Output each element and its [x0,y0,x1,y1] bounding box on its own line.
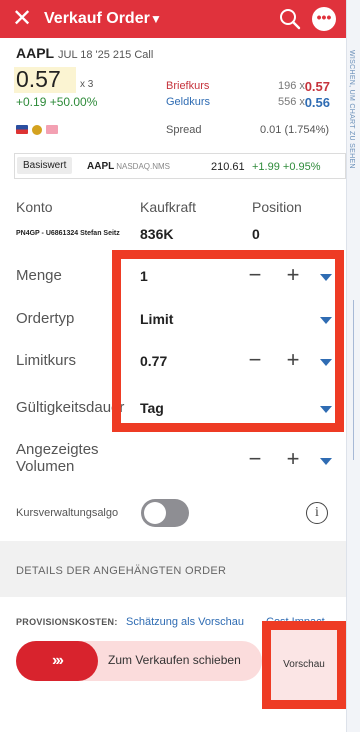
commission-label: PROVISIONSKOSTEN: [16,617,118,627]
coin-icon [32,125,42,135]
attached-order-title: DETAILS DER ANGEHÄNGTEN ORDER [16,565,227,577]
algo-toggle[interactable] [141,499,189,527]
algo-label: Kursverwaltungsalgo [16,507,119,519]
swipe-to-sell-label: Zum Verkaufen schieben [108,653,241,667]
spread-label: Spread [166,124,202,136]
konto-label: Konto [16,199,53,215]
swipe-chart-hint: WISCHEN, UM CHART ZU SEHEN [348,50,355,169]
price-change: +0.19 +50.00% [16,95,98,109]
swipe-knob[interactable]: ››› [16,641,98,681]
instrument-contract: JUL 18 '25 215 Call [58,49,154,61]
order-header: ✕ Verkauf Order ▼ ••• [0,0,346,38]
chart-line-preview [353,300,354,460]
commission-preview-link[interactable]: Schätzung als Vorschau [126,616,244,628]
spread-value: 0.01 (1.754%) [260,124,330,136]
ask-label: Geldkurs [166,96,211,108]
bid-size: 196 x [278,80,305,92]
close-icon[interactable]: ✕ [10,7,34,31]
kaufkraft-value: 836K [140,226,174,242]
bid-price[interactable]: 0.57 [305,79,330,94]
kaufkraft-label: Kaufkraft [140,199,197,215]
ask-size: 556 x [278,96,305,108]
swipe-to-sell-slider[interactable]: ››› Zum Verkaufen schieben [16,641,262,681]
us-flag-icon [16,125,28,134]
pink-flag-icon [46,125,58,134]
display-size-label-line2: Volumen [16,458,75,475]
search-icon[interactable] [279,8,301,30]
display-size-chevron-down-icon[interactable] [320,456,332,466]
annotation-highlight-frame [112,250,344,432]
underlying-price: 210.61 [211,161,245,173]
exchange-flags [16,125,58,135]
underlying-change: +1.99 +0.95% [252,161,321,173]
chevron-down-icon[interactable]: ▼ [150,12,162,26]
bid-label: Briefkurs [166,80,210,92]
account-id[interactable]: PN4GP - U6861324 Stefan Seitz [16,230,120,237]
display-size-increase-button[interactable]: + [283,448,303,470]
position-value: 0 [252,226,260,242]
instrument-title: AAPL JUL 18 '25 215 Call [16,45,153,61]
position-label: Position [252,199,302,215]
limit-price-label: Limitkurs [16,352,77,369]
chart-side-panel[interactable]: WISCHEN, UM CHART ZU SEHEN [346,0,360,732]
underlying-bar[interactable]: Basiswert AAPL NASDAQ.NMS 210.61 +1.99 +0… [14,153,346,179]
display-size-decrease-button[interactable]: − [245,448,265,470]
time-in-force-label: Gültigkeitsdauer [16,399,125,416]
last-price: 0.57 [16,66,61,92]
last-quantity: x 3 [80,79,94,90]
quantity-label: Menge [16,267,62,284]
order-title[interactable]: Verkauf Order [44,10,150,28]
preview-button[interactable]: Vorschau [271,630,337,700]
underlying-exchange: NASDAQ.NMS [116,162,171,171]
order-type-label: Ordertyp [16,310,75,327]
info-icon[interactable]: i [306,502,328,524]
attached-order-section[interactable]: DETAILS DER ANGEHÄNGTEN ORDER [0,541,346,597]
underlying-symbol: AAPL NASDAQ.NMS [87,161,170,172]
underlying-symbol-text: AAPL [87,161,115,172]
underlying-tag: Basiswert [17,157,73,174]
display-size-label: Angezeigtes Volumen [16,441,99,475]
instrument-symbol: AAPL [16,45,55,61]
ask-price[interactable]: 0.56 [305,95,330,110]
display-size-label-line1: Angezeigtes [16,441,99,458]
more-icon[interactable]: ••• [312,7,336,31]
